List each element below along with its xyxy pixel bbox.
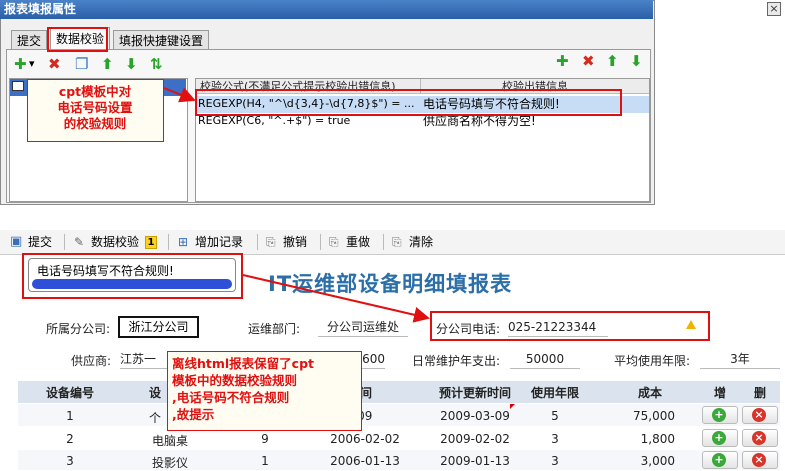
annotation-arrows	[163, 87, 430, 323]
tooltip-arrow	[242, 274, 430, 323]
callout-arrow	[163, 87, 196, 103]
